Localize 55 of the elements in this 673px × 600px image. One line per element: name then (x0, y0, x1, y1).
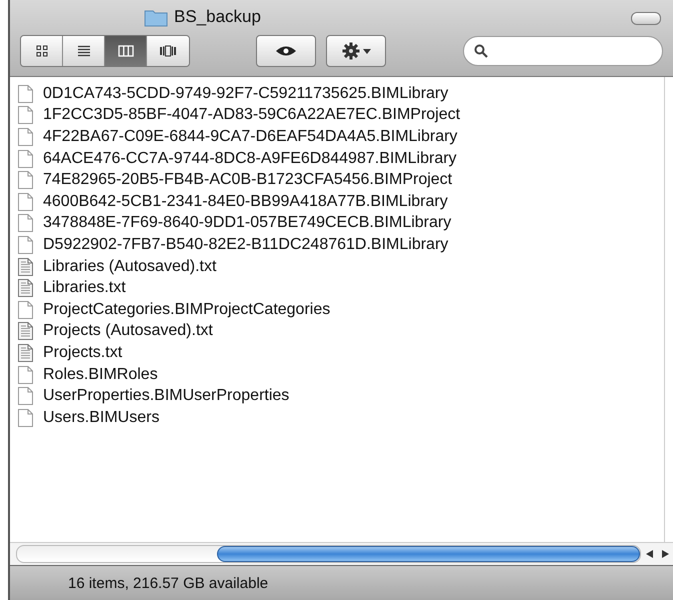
text-file-icon (18, 344, 33, 362)
coverflow-icon (159, 45, 177, 57)
document-icon (18, 387, 33, 406)
file-name[interactable]: 1F2CC3D5-85BF-4047-AD83-59C6A22AE7EC.BIMProject (43, 106, 460, 124)
file-name[interactable]: Projects (Autosaved).txt (43, 322, 213, 340)
document-icon (18, 214, 33, 232)
text-file-icon (18, 322, 33, 340)
document-icon (18, 171, 33, 190)
view-mode-button[interactable] (21, 36, 63, 66)
status-text: 16 items, 216.57 GB available (68, 574, 268, 592)
document-icon (18, 192, 33, 211)
file-name[interactable]: Projects.txt (43, 344, 122, 362)
document-icon (18, 300, 33, 319)
document-icon (18, 106, 33, 124)
action-menu-button[interactable] (326, 35, 386, 67)
file-name[interactable]: Libraries.txt (43, 279, 126, 298)
document-icon (18, 128, 33, 146)
search-icon (474, 44, 488, 58)
file-name[interactable]: UserProperties.BIMUserProperties (43, 387, 290, 406)
text-file-icon (18, 258, 33, 276)
horizontal-scrollbar[interactable] (16, 545, 641, 563)
columns-icon (118, 45, 134, 57)
file-name[interactable]: Libraries (Autosaved).txt (43, 258, 216, 276)
file-name[interactable]: Users.BIMUsers (43, 408, 160, 427)
eye-icon (275, 45, 297, 57)
file-name[interactable]: 4600B642-5CB1-2341-84E0-BB99A418A77B.BIMLibrary (43, 192, 448, 211)
file-name[interactable]: Roles.BIMRoles (43, 366, 158, 384)
file-name[interactable]: 64ACE476-CC7A-9744-8DC8-A9FE6D844987.BIMLibrary (43, 150, 457, 168)
document-icon (18, 236, 33, 254)
document-icon (18, 150, 33, 168)
window-title: BS_backup (174, 7, 261, 27)
document-icon (18, 366, 33, 384)
grid-icon (36, 45, 48, 57)
view-mode-button[interactable] (63, 36, 105, 66)
scroll-thumb[interactable] (217, 546, 640, 562)
caret-icon (362, 48, 370, 54)
file-name[interactable]: 3478848E-7F69-8640-9DD1-057BE749CECB.BIMLibrary (43, 214, 452, 232)
text-file-icon (18, 279, 33, 298)
file-name[interactable]: D5922902-7FB7-B540-82E2-B11DC248761D.BIMLibrary (43, 236, 448, 254)
file-name[interactable]: 0D1CA743-5CDD-9749-92F7-C59211735625.BIMLibrary (43, 84, 448, 103)
list-icon (76, 45, 90, 57)
view-mode-button[interactable] (105, 36, 147, 66)
file-name[interactable]: 74E82965-20B5-FB4B-AC0B-B1723CFA5456.BIMProject (43, 171, 452, 190)
toolbar-toggle-button[interactable] (631, 12, 661, 25)
file-name[interactable]: ProjectCategories.BIMProjectCategories (43, 300, 330, 319)
quick-look-button[interactable] (256, 35, 316, 67)
scroll-right-icon[interactable] (662, 550, 668, 558)
document-icon (18, 408, 33, 427)
view-mode-button[interactable] (147, 36, 189, 66)
gear-icon (342, 42, 360, 60)
scroll-left-icon[interactable] (646, 550, 652, 558)
folder-icon (144, 8, 168, 26)
search-field[interactable] (463, 36, 663, 66)
document-icon (18, 84, 33, 103)
file-name[interactable]: 4F22BA67-C09E-6844-9CA7-D6EAF54DA4A5.BIMLibrary (43, 128, 458, 146)
